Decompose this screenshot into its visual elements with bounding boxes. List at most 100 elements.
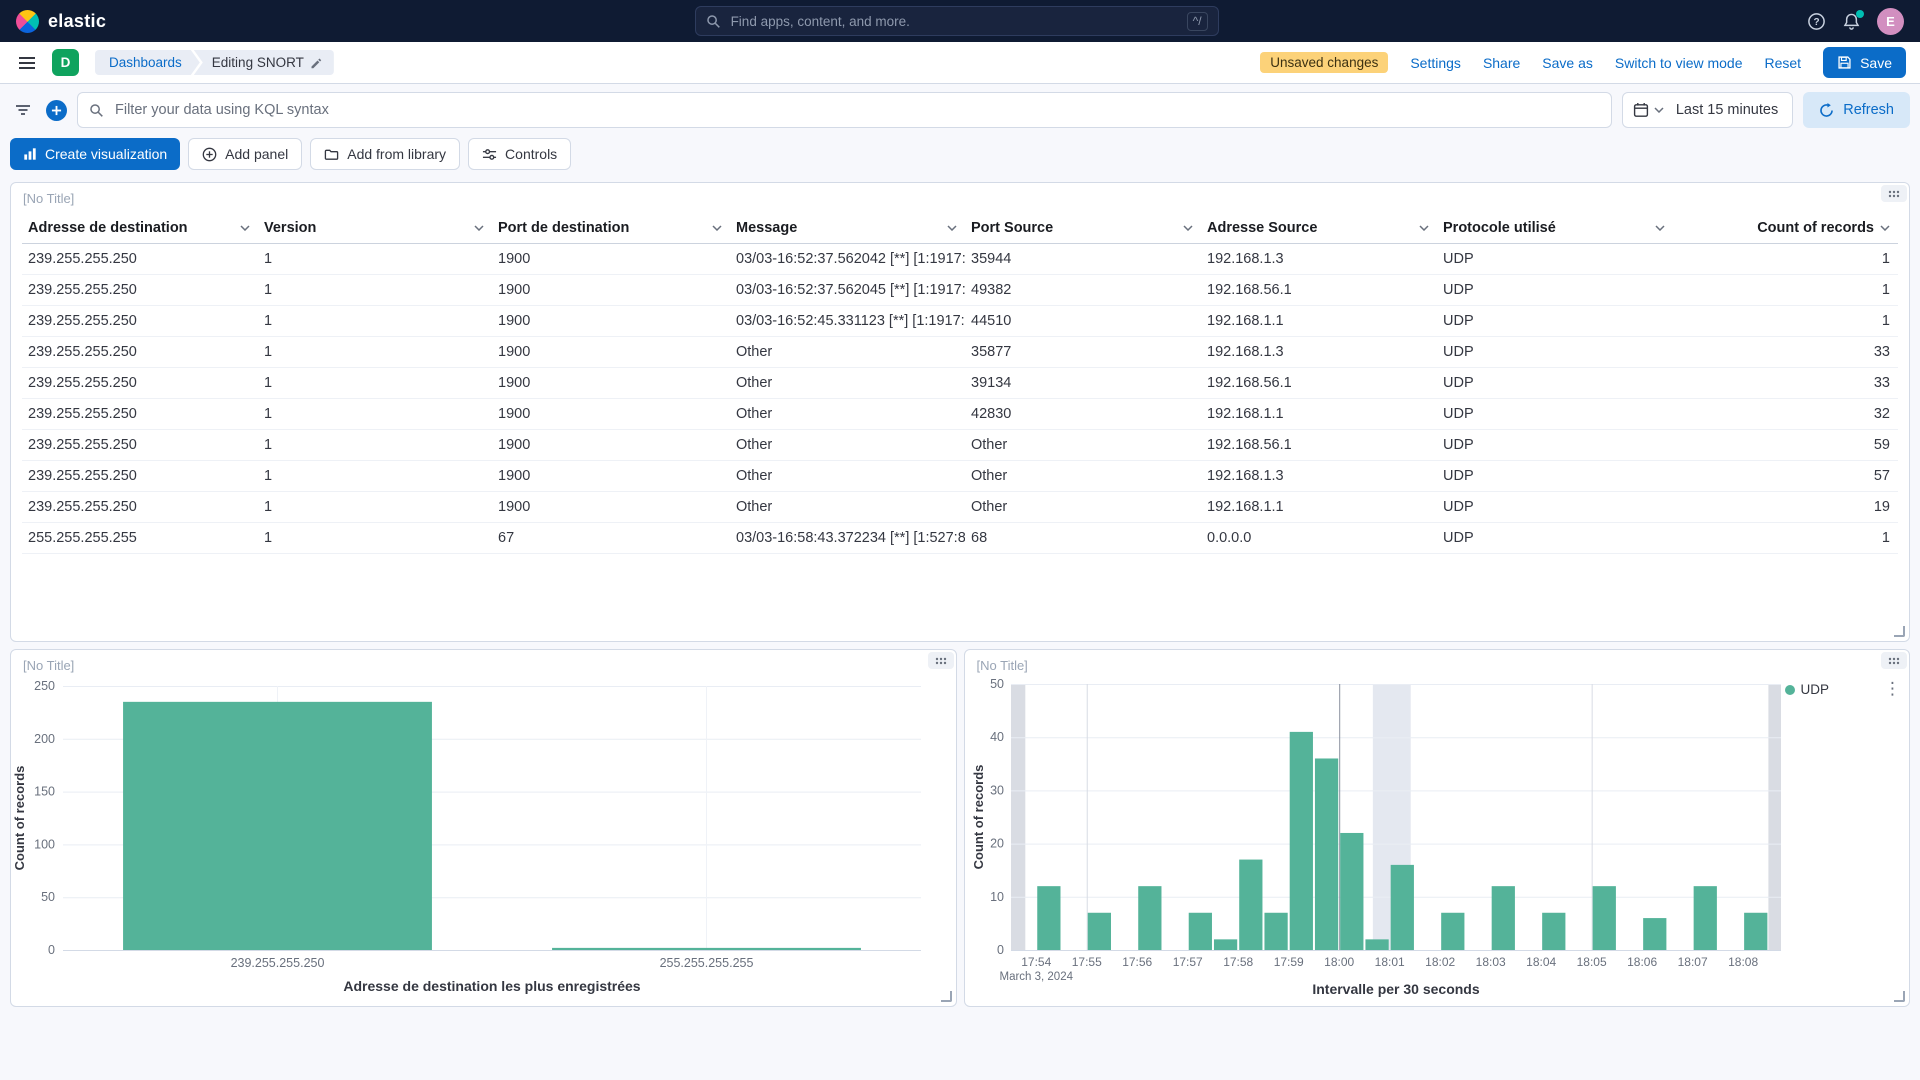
column-label: Count of records — [1757, 220, 1874, 236]
svg-text:250: 250 — [34, 679, 55, 693]
column-chevron-icon — [1880, 225, 1890, 231]
panel-title[interactable]: [No Title] — [977, 658, 1028, 673]
table-cell: 239.255.255.250 — [22, 492, 258, 522]
menu-hamburger-icon[interactable] — [14, 50, 40, 76]
table-cell: 192.168.56.1 — [1201, 275, 1437, 305]
svg-text:Count of records: Count of records — [971, 765, 986, 870]
panel-resize-handle[interactable] — [1894, 991, 1905, 1002]
bar-17:58:00 — [1239, 860, 1262, 950]
kql-input[interactable] — [113, 101, 1600, 119]
elastic-home-link[interactable]: elastic — [16, 10, 106, 33]
breadcrumb-dashboards[interactable]: Dashboards — [95, 50, 200, 75]
add-from-library-button[interactable]: Add from library — [310, 138, 460, 170]
save-button[interactable]: Save — [1823, 47, 1906, 78]
bar-17:58:30 — [1264, 913, 1287, 950]
table-cell: 1 — [1673, 244, 1898, 274]
breadcrumb-current-page[interactable]: Editing SNORT — [194, 50, 334, 75]
column-chevron-icon — [712, 225, 722, 231]
notifications-bell-icon[interactable] — [1842, 12, 1861, 31]
table-cell: UDP — [1437, 244, 1673, 274]
svg-text:50: 50 — [41, 890, 55, 904]
svg-text:18:00: 18:00 — [1324, 955, 1354, 969]
share-link[interactable]: Share — [1483, 55, 1520, 71]
table-cell: UDP — [1437, 275, 1673, 305]
add-panel-button[interactable]: Add panel — [188, 138, 302, 170]
column-label: Version — [264, 220, 316, 236]
bar-17:57:00 — [1188, 913, 1211, 950]
column-label: Protocole utilisé — [1443, 220, 1556, 236]
bar-18:08:00 — [1744, 913, 1767, 950]
table-cell: 32 — [1673, 399, 1898, 429]
chrome-bar: D Dashboards Editing SNORT Unsaved chang… — [0, 42, 1920, 84]
table-cell: 192.168.56.1 — [1201, 368, 1437, 398]
panel-options-handle[interactable] — [1881, 652, 1907, 669]
table-cell: UDP — [1437, 430, 1673, 460]
table-cell: 03/03-16:52:37.562042 [**] [1:1917: — [730, 244, 965, 274]
panel-resize-handle[interactable] — [941, 991, 952, 1002]
user-avatar[interactable]: E — [1877, 8, 1904, 35]
table-cell: 33 — [1673, 368, 1898, 398]
panel-resize-handle[interactable] — [1894, 626, 1905, 637]
legend-item-udp[interactable]: UDP — [1785, 682, 1830, 697]
table-cell: 1900 — [492, 430, 730, 460]
column-header-port-de-destination[interactable]: Port de destination — [492, 213, 730, 243]
svg-text:0: 0 — [48, 943, 55, 957]
column-header-adresse-de-destination[interactable]: Adresse de destination — [22, 213, 258, 243]
column-header-port-source[interactable]: Port Source — [965, 213, 1201, 243]
column-chevron-icon — [474, 225, 484, 231]
settings-link[interactable]: Settings — [1410, 55, 1461, 71]
calendar-icon — [1633, 102, 1649, 118]
global-search[interactable]: ^/ — [695, 6, 1219, 36]
app-root: elastic ^/ ? — [0, 0, 1920, 1007]
controls-button[interactable]: Controls — [468, 138, 571, 170]
column-header-count-of-records[interactable]: Count of records — [1673, 213, 1898, 243]
column-header-version[interactable]: Version — [258, 213, 492, 243]
panel-options-handle[interactable] — [1881, 185, 1907, 202]
time-range-picker[interactable]: Last 15 minutes — [1622, 92, 1793, 128]
bar-17:59:00 — [1289, 732, 1312, 950]
global-search-input[interactable] — [729, 13, 1179, 30]
column-header-adresse-source[interactable]: Adresse Source — [1201, 213, 1437, 243]
svg-text:Adresse de destination les plu: Adresse de destination les plus enregist… — [343, 978, 640, 994]
refresh-button[interactable]: Refresh — [1803, 92, 1910, 128]
table-cell: 1900 — [492, 337, 730, 367]
table-cell: 1 — [1673, 306, 1898, 336]
filter-icon[interactable] — [10, 97, 36, 123]
breadcrumb: Dashboards Editing SNORT — [95, 50, 334, 75]
panel-title[interactable]: [No Title] — [23, 191, 74, 206]
column-label: Port de destination — [498, 220, 629, 236]
table-cell: 49382 — [965, 275, 1201, 305]
kql-search-bar[interactable] — [77, 92, 1612, 128]
table-cell: Other — [730, 430, 965, 460]
panel-options-handle[interactable] — [928, 652, 954, 669]
create-visualization-button[interactable]: Create visualization — [10, 138, 180, 170]
calendar-dropdown-button[interactable] — [1623, 93, 1674, 127]
column-header-protocole-utilis-[interactable]: Protocole utilisé — [1437, 213, 1673, 243]
table-panel: [No Title] Adresse de destination Version… — [10, 182, 1910, 642]
chart-legend: UDP ⋮ — [1785, 676, 1906, 1008]
bar-18:00:00 — [1340, 833, 1363, 950]
svg-text:17:59: 17:59 — [1273, 955, 1303, 969]
table-header-row: Adresse de destination Version Port de des… — [22, 213, 1898, 244]
switch-to-view-mode-link[interactable]: Switch to view mode — [1615, 55, 1743, 71]
column-header-message[interactable]: Message — [730, 213, 965, 243]
time-range-value[interactable]: Last 15 minutes — [1674, 102, 1792, 118]
table-cell: 1900 — [492, 368, 730, 398]
table-row: 239.255.255.2501190003/03-16:52:37.56204… — [22, 244, 1898, 275]
add-filter-button[interactable] — [46, 100, 67, 121]
column-label: Adresse Source — [1207, 220, 1317, 236]
bar-255.255.255.255 — [552, 948, 861, 950]
save-as-link[interactable]: Save as — [1542, 55, 1593, 71]
svg-text:17:55: 17:55 — [1071, 955, 1101, 969]
space-avatar[interactable]: D — [52, 49, 79, 76]
help-icon[interactable]: ? — [1807, 12, 1826, 31]
table-row: 239.255.255.2501190003/03-16:52:37.56204… — [22, 275, 1898, 306]
unsaved-changes-badge: Unsaved changes — [1260, 52, 1388, 73]
controls-label: Controls — [505, 146, 557, 162]
panel-title[interactable]: [No Title] — [23, 658, 74, 673]
global-header: elastic ^/ ? — [0, 0, 1920, 42]
svg-text:30: 30 — [990, 783, 1004, 797]
legend-actions-icon[interactable]: ⋮ — [1880, 682, 1905, 696]
table-cell: UDP — [1437, 492, 1673, 522]
reset-link[interactable]: Reset — [1765, 55, 1802, 71]
